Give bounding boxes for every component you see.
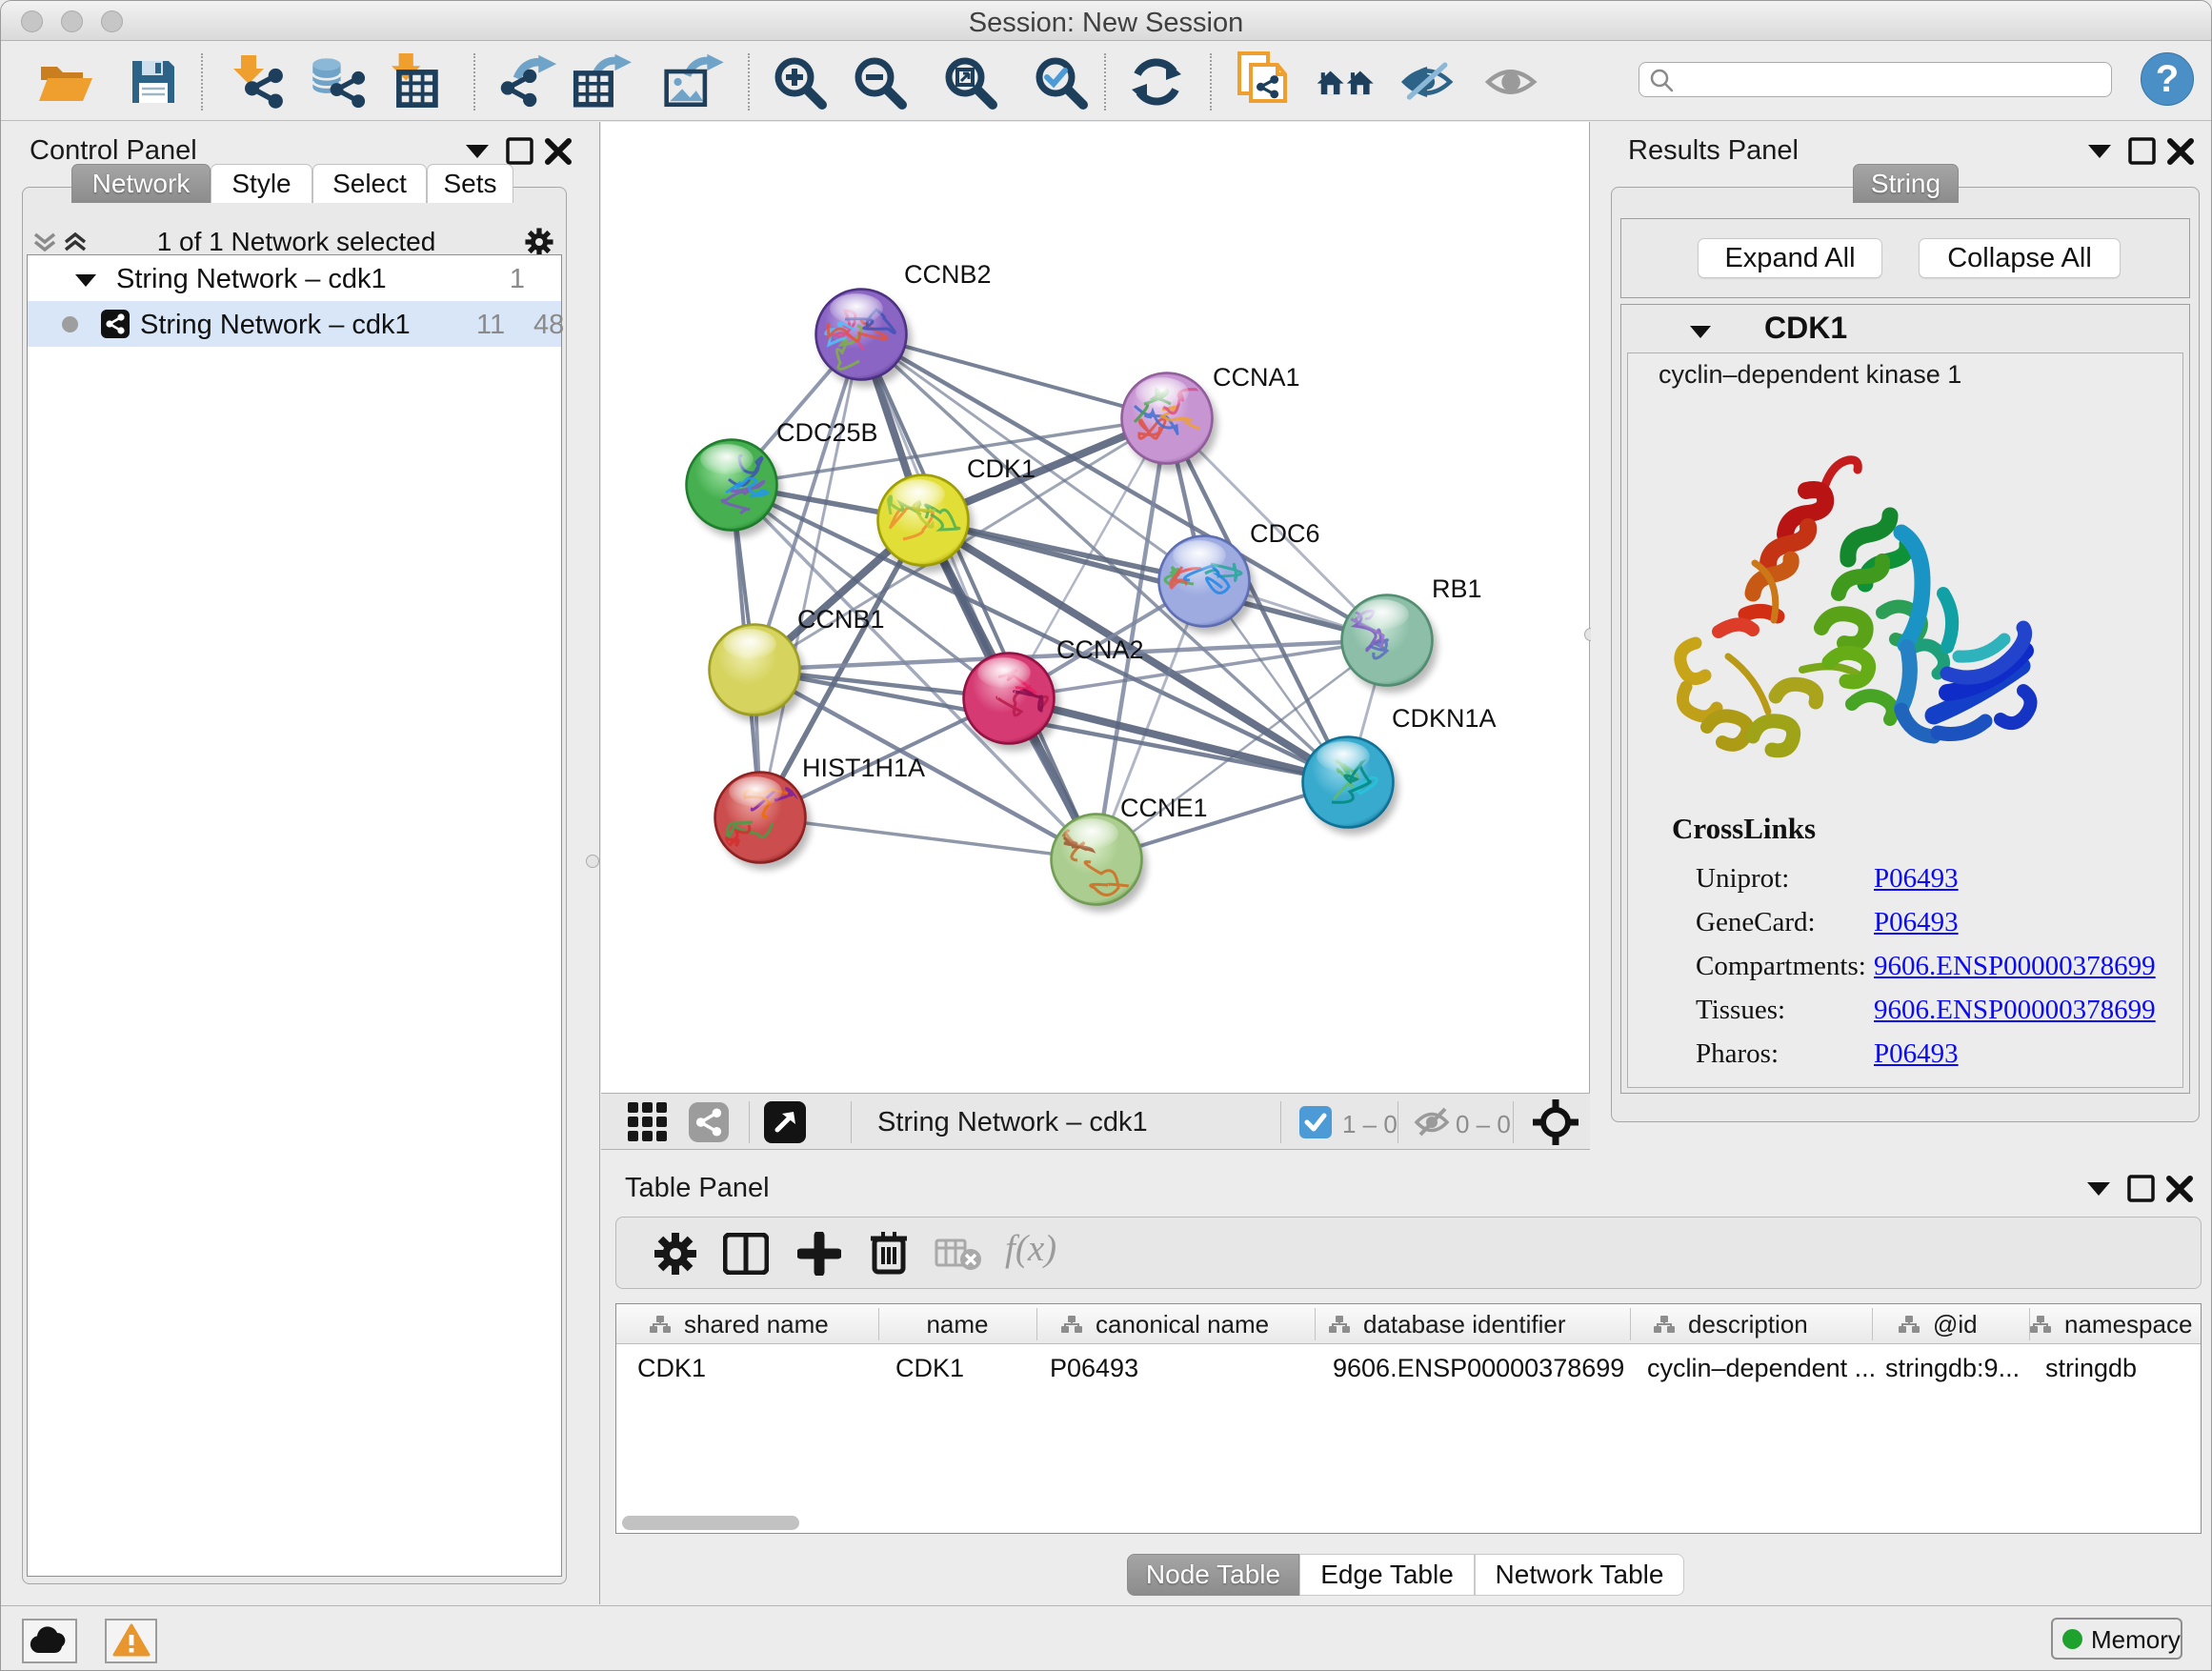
svg-text:CDC6: CDC6 <box>1250 519 1320 548</box>
svg-text:CCNA1: CCNA1 <box>1213 363 1300 392</box>
svg-text:CCNB1: CCNB1 <box>797 605 885 634</box>
svg-text:HIST1H1A: HIST1H1A <box>802 754 925 782</box>
svg-text:CDK1: CDK1 <box>967 454 1036 483</box>
svg-text:RB1: RB1 <box>1432 574 1482 603</box>
svg-text:CCNB2: CCNB2 <box>904 260 992 289</box>
svg-text:CDC25B: CDC25B <box>776 418 878 447</box>
svg-text:CDKN1A: CDKN1A <box>1392 704 1497 733</box>
svg-text:CCNE1: CCNE1 <box>1120 794 1208 822</box>
svg-text:CCNA2: CCNA2 <box>1056 635 1144 664</box>
